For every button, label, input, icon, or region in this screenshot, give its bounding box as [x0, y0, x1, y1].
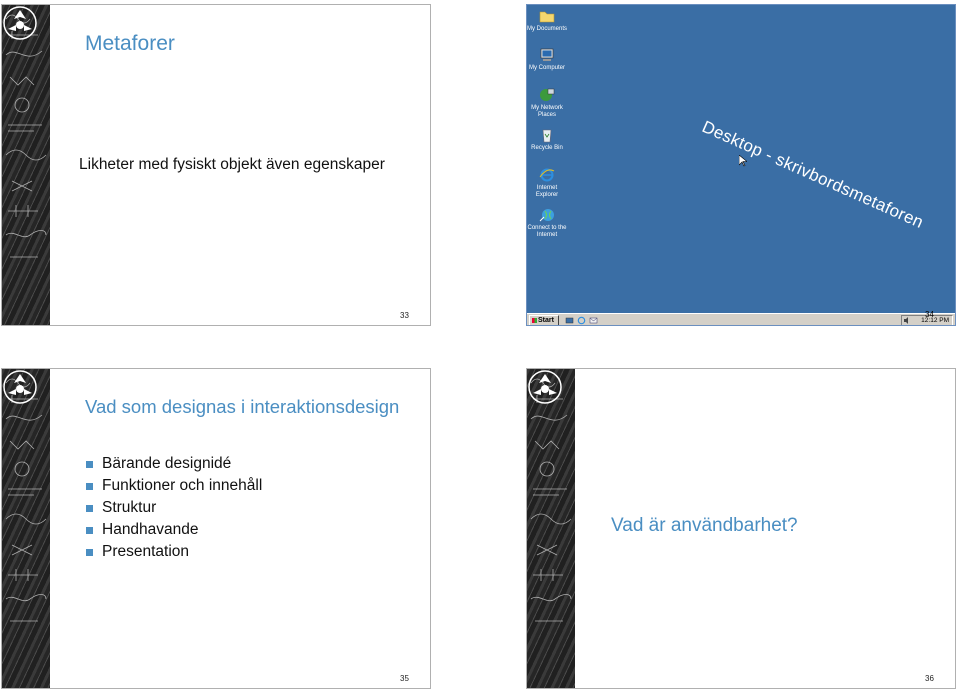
university-crest-icon — [3, 370, 37, 404]
desktop-icon-label: My Documents — [527, 26, 568, 32]
slide-33: Metaforer Likheter med fysiskt objekt äv… — [1, 4, 431, 326]
desktop-icon-my-documents[interactable]: My Documents — [527, 8, 567, 33]
speaker-icon[interactable] — [904, 317, 911, 324]
chalk-formulas-icon — [530, 378, 572, 622]
slide-34: My Documents My Computer My Network Plac… — [526, 4, 956, 326]
internet-explorer-icon — [539, 168, 555, 182]
desktop-icon-label: Recycle Bin — [531, 145, 563, 151]
desktop-icon-recycle-bin[interactable]: Recycle Bin — [527, 127, 567, 152]
desktop-icon-label: Internet Explorer — [535, 185, 559, 198]
page-number: 36 — [925, 674, 934, 683]
chalkboard-strip — [527, 369, 575, 688]
network-icon — [540, 88, 555, 101]
windows-desktop: My Documents My Computer My Network Plac… — [527, 5, 955, 313]
taskbar: Start 12:12 PM — [527, 313, 955, 325]
desktop-metaphor-caption: Desktop - skrivbordsmetaforen — [699, 117, 927, 233]
desktop-icon-label: My Computer — [528, 65, 565, 71]
bullet-item: Handhavande — [86, 519, 262, 541]
recycle-bin-icon — [542, 129, 552, 143]
desktop-icon-label: My Network Places — [531, 105, 563, 118]
quick-launch-desktop-icon[interactable] — [565, 316, 574, 325]
bullet-item: Bärande designidé — [86, 453, 262, 475]
page-number: 35 — [400, 674, 409, 683]
slide-36: Vad är användbarhet? 36 — [526, 368, 956, 689]
slide-body-text: Likheter med fysiskt objekt även egenska… — [79, 156, 385, 173]
chalkboard-strip — [2, 5, 50, 325]
bullet-item: Presentation — [86, 541, 262, 563]
bullet-item: Struktur — [86, 497, 262, 519]
mouse-cursor-icon — [739, 155, 747, 167]
start-button[interactable]: Start — [529, 315, 559, 325]
slide-title: Metaforer — [85, 32, 175, 55]
computer-icon — [540, 48, 554, 61]
chalkboard-strip — [2, 369, 50, 688]
university-crest-icon — [3, 6, 37, 40]
quick-launch-outlook-icon[interactable] — [589, 316, 598, 325]
chalk-formulas-icon — [5, 14, 47, 258]
bullet-item: Funktioner och innehåll — [86, 475, 262, 497]
folder-icon — [539, 11, 555, 23]
slide-title: Vad är användbarhet? — [611, 515, 798, 536]
desktop-icon-my-computer[interactable]: My Computer — [527, 47, 567, 72]
connect-icon — [539, 209, 554, 222]
desktop-icon-my-network-places[interactable]: My Network Places — [527, 87, 567, 119]
slide-title: Vad som designas i interaktionsdesign — [85, 396, 400, 417]
bullet-list: Bärande designidé Funktioner och innehål… — [86, 453, 262, 563]
desktop-icon-internet-explorer[interactable]: Internet Explorer — [527, 167, 567, 199]
chalk-formulas-icon — [5, 378, 47, 622]
quick-launch-ie-icon[interactable] — [577, 316, 586, 325]
page-number: 33 — [400, 311, 409, 320]
university-crest-icon — [528, 370, 562, 404]
page-number: 34 — [925, 310, 934, 319]
desktop-icon-connect-to-internet[interactable]: Connect to the Internet — [527, 207, 567, 239]
slide-35: Vad som designas i interaktionsdesign Bä… — [1, 368, 431, 689]
desktop-icon-label: Connect to the Internet — [527, 225, 567, 238]
